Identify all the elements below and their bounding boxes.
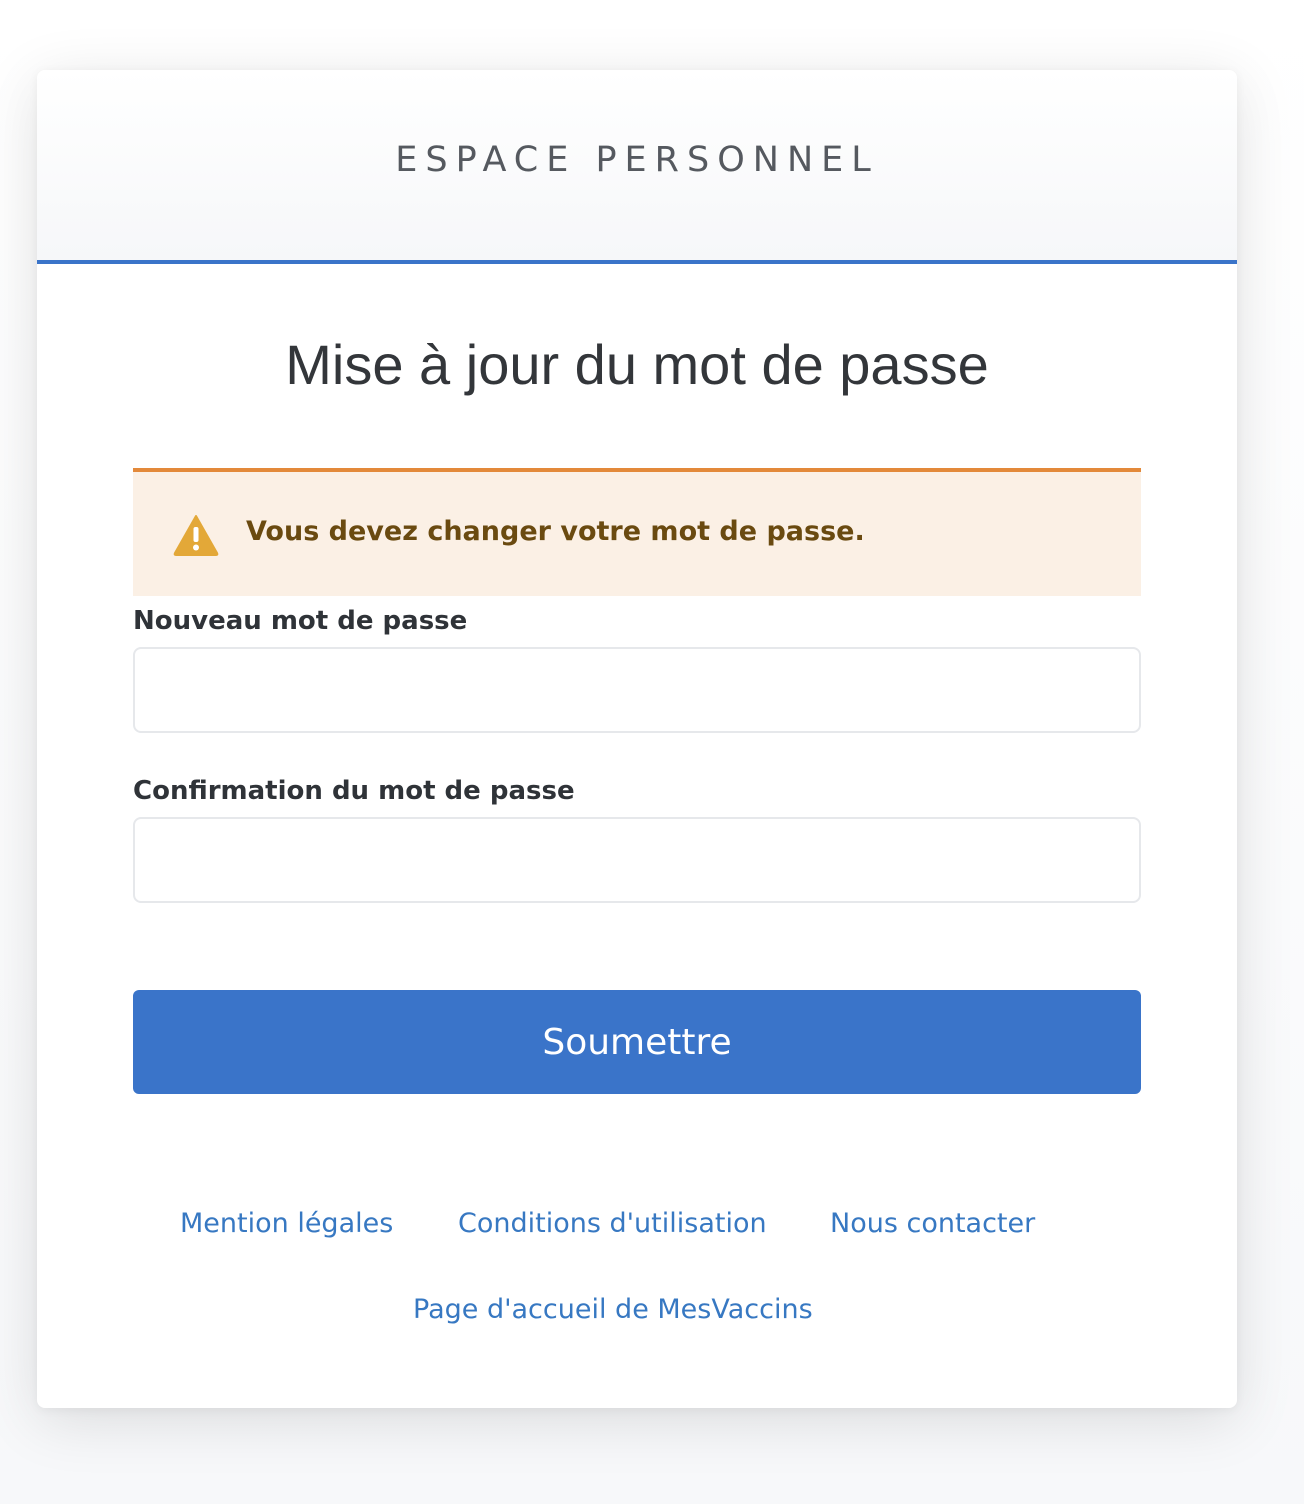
password-update-card: ESPACE PERSONNEL Mise à jour du mot de p…	[37, 70, 1237, 1408]
new-password-label: Nouveau mot de passe	[133, 606, 468, 636]
page-title: Mise à jour du mot de passe	[285, 333, 989, 396]
warning-icon	[173, 515, 219, 556]
confirm-password-input[interactable]	[133, 817, 1141, 903]
submit-button[interactable]: Soumettre	[133, 990, 1141, 1094]
header-title: ESPACE PERSONNEL	[395, 140, 879, 180]
new-password-input[interactable]	[133, 647, 1141, 733]
footer-link-legal[interactable]: Mention légales	[180, 1208, 393, 1239]
footer-link-terms[interactable]: Conditions d'utilisation	[458, 1208, 767, 1239]
footer-link-contact[interactable]: Nous contacter	[830, 1208, 1035, 1239]
warning-alert: Vous devez changer votre mot de passe.	[133, 468, 1141, 596]
page-background: ESPACE PERSONNEL Mise à jour du mot de p…	[0, 0, 1304, 1504]
footer-link-homepage[interactable]: Page d'accueil de MesVaccins	[413, 1294, 813, 1325]
card-header: ESPACE PERSONNEL	[37, 70, 1237, 264]
confirm-password-label: Confirmation du mot de passe	[133, 776, 575, 806]
alert-message: Vous devez changer votre mot de passe.	[246, 516, 865, 547]
